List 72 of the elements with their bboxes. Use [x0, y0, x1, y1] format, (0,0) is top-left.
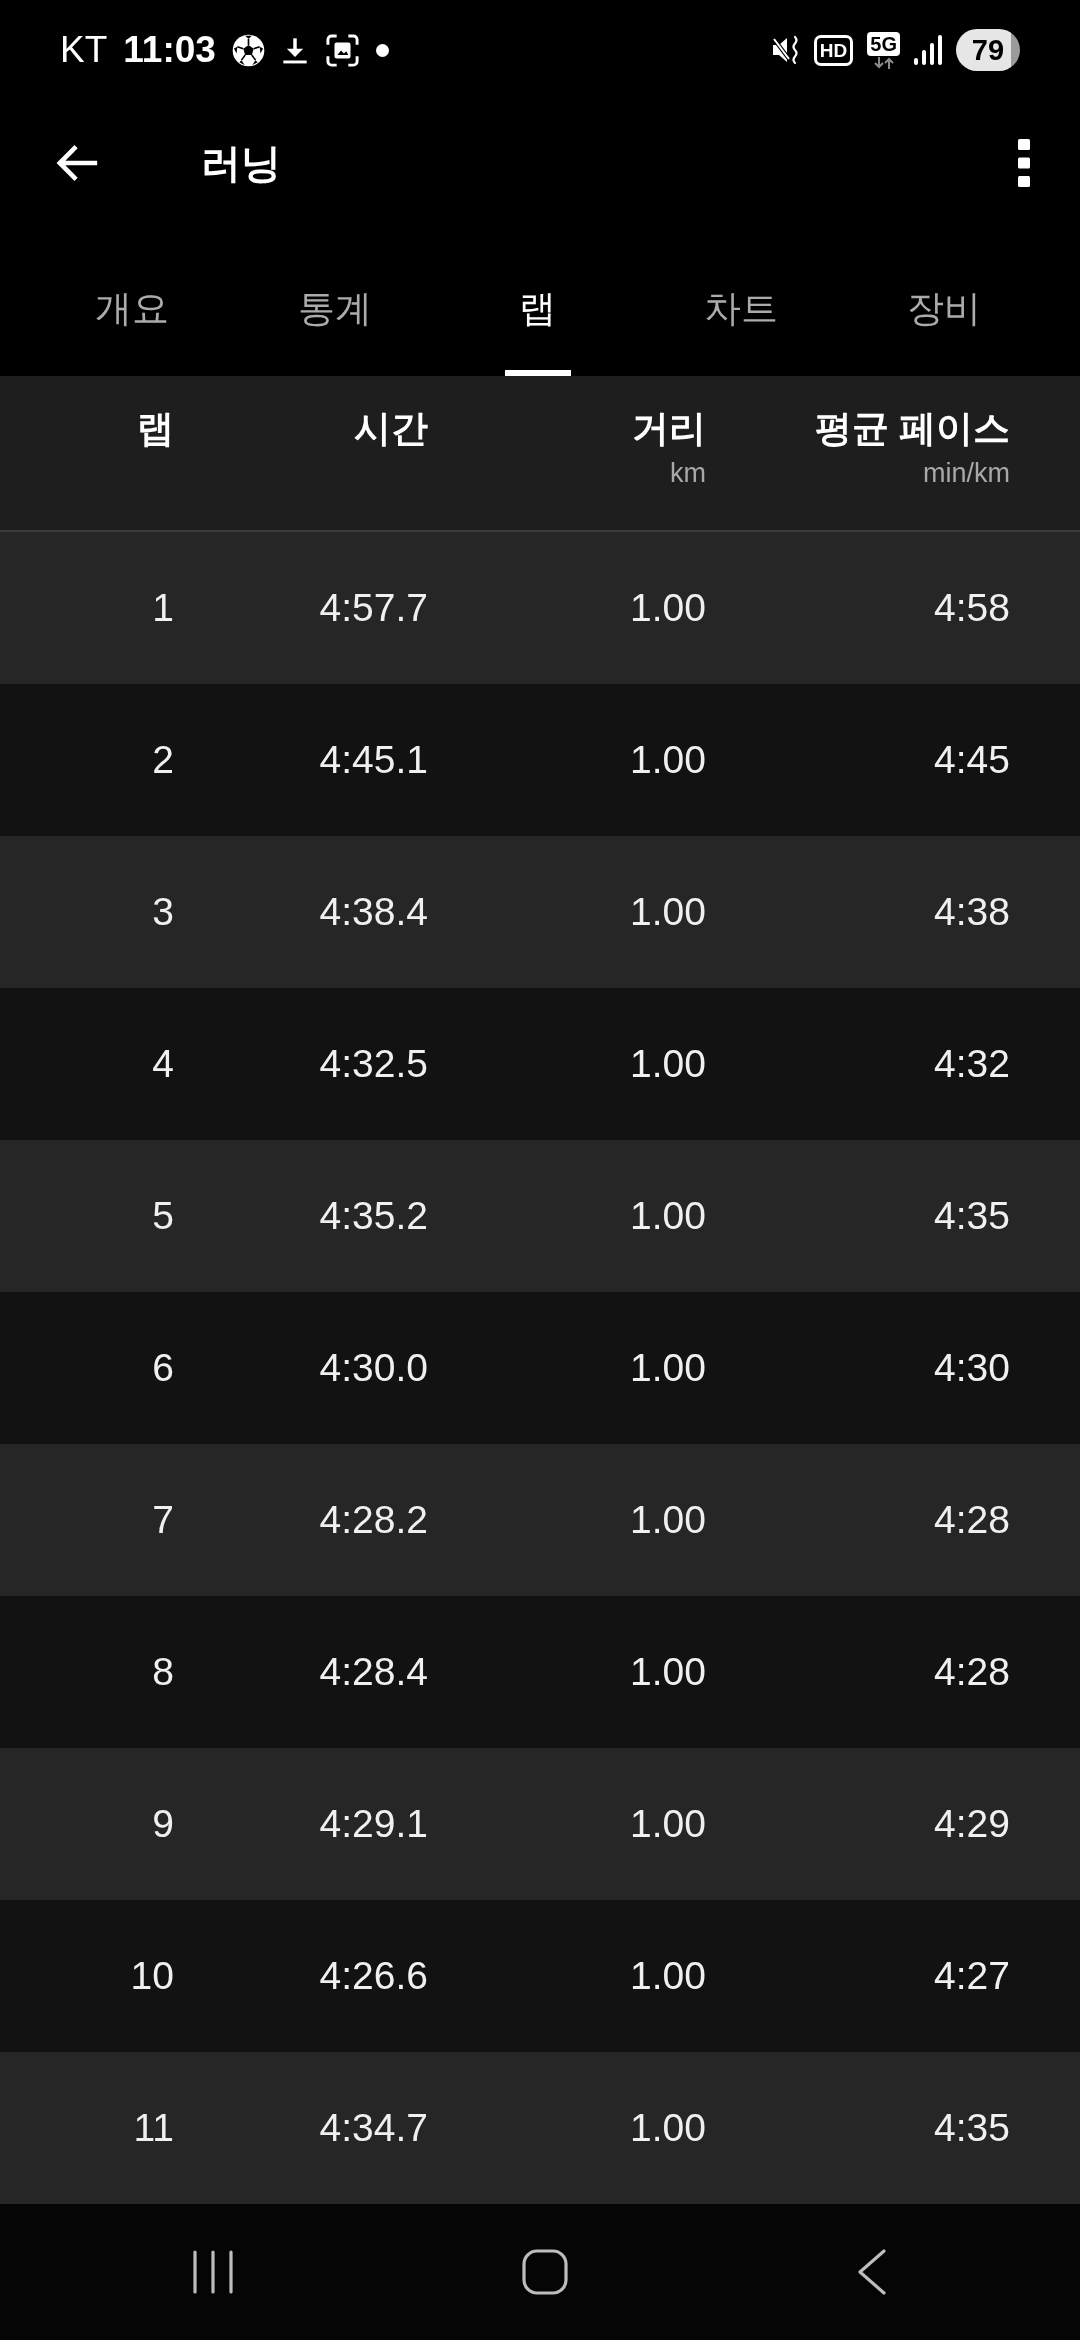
home-icon[interactable] — [522, 2249, 568, 2295]
lap-pace: 4:30 — [934, 1344, 1010, 1391]
lap-pace: 4:32 — [934, 1040, 1010, 1087]
lap-time: 4:26.6 — [319, 1952, 428, 1999]
lap-distance: 1.00 — [630, 2104, 706, 2151]
tab[interactable]: 장비 — [842, 225, 1045, 376]
lap-distance: 1.00 — [630, 1496, 706, 1543]
battery-indicator: 79 — [956, 29, 1020, 71]
network-type-label: 5G — [867, 31, 900, 56]
lap-pace: 4:35 — [934, 1192, 1010, 1239]
lap-number: 2 — [152, 736, 174, 783]
lap-number: 7 — [152, 1496, 174, 1543]
tab[interactable]: 랩 — [436, 225, 639, 376]
lap-distance: 1.00 — [630, 1344, 706, 1391]
lap-distance: 1.00 — [630, 1648, 706, 1695]
tab[interactable]: 차트 — [639, 225, 842, 376]
tab[interactable]: 통계 — [233, 225, 436, 376]
lap-time: 4:57.7 — [319, 584, 428, 631]
lap-distance: 1.00 — [630, 1952, 706, 1999]
lap-pace: 4:27 — [934, 1952, 1010, 1999]
more-options-icon[interactable] — [1018, 138, 1030, 187]
notification-dot-icon — [375, 43, 389, 57]
muted-speaker-icon — [771, 34, 800, 66]
lap-pace: 4:38 — [934, 888, 1010, 935]
lap-time: 4:34.7 — [319, 2104, 428, 2151]
hd-voice-indicator: HD — [813, 34, 854, 66]
lap-number: 10 — [130, 1952, 174, 1999]
lap-number: 6 — [152, 1344, 174, 1391]
lap-pace: 4:29 — [934, 1800, 1010, 1847]
signal-bars-icon — [914, 35, 942, 65]
tab[interactable]: 개요 — [30, 225, 233, 376]
column-header: 거리 — [632, 407, 706, 451]
lap-distance: 1.00 — [630, 1040, 706, 1087]
lap-number: 3 — [152, 888, 174, 935]
recent-apps-icon[interactable] — [192, 2250, 233, 2294]
unit-label: min/km — [923, 457, 1010, 490]
clock-time: 11:03 — [123, 28, 216, 73]
lap-time: 4:28.4 — [319, 1648, 428, 1695]
lap-distance: 1.00 — [630, 1800, 706, 1847]
lap-pace: 4:28 — [934, 1496, 1010, 1543]
screen-title: 러닝 — [201, 139, 281, 187]
download-icon — [280, 35, 309, 65]
lap-distance: 1.00 — [630, 888, 706, 935]
column-header: 랩 — [137, 407, 174, 451]
lap-time: 4:32.5 — [319, 1040, 428, 1087]
lap-pace: 4:35 — [934, 2104, 1010, 2151]
data-arrows-icon — [871, 56, 896, 69]
lap-number: 1 — [152, 584, 174, 631]
column-header: 평균 페이스 — [814, 407, 1010, 451]
lap-time: 4:45.1 — [319, 736, 428, 783]
screenshot-icon — [324, 32, 360, 68]
column-header: 시간 — [354, 407, 428, 451]
lap-number: 4 — [152, 1040, 174, 1087]
lap-pace: 4:58 — [934, 584, 1010, 631]
carrier-name: KT — [60, 28, 108, 73]
lap-number: 5 — [152, 1192, 174, 1239]
lap-number: 8 — [152, 1648, 174, 1695]
unit-label: km — [670, 457, 706, 490]
lap-number: 11 — [133, 2104, 174, 2151]
soccer-ball-icon — [231, 33, 265, 67]
lap-time: 4:35.2 — [319, 1192, 428, 1239]
lap-time: 4:38.4 — [319, 888, 428, 935]
lap-distance: 1.00 — [630, 736, 706, 783]
lap-pace: 4:28 — [934, 1648, 1010, 1695]
lap-pace: 4:45 — [934, 736, 1010, 783]
lap-time: 4:30.0 — [319, 1344, 428, 1391]
lap-distance: 1.00 — [630, 1192, 706, 1239]
lap-distance: 1.00 — [630, 584, 706, 631]
lap-number: 9 — [152, 1800, 174, 1847]
lap-time: 4:28.2 — [319, 1496, 428, 1543]
lap-time: 4:29.1 — [319, 1800, 428, 1847]
back-icon[interactable] — [857, 2249, 888, 2295]
